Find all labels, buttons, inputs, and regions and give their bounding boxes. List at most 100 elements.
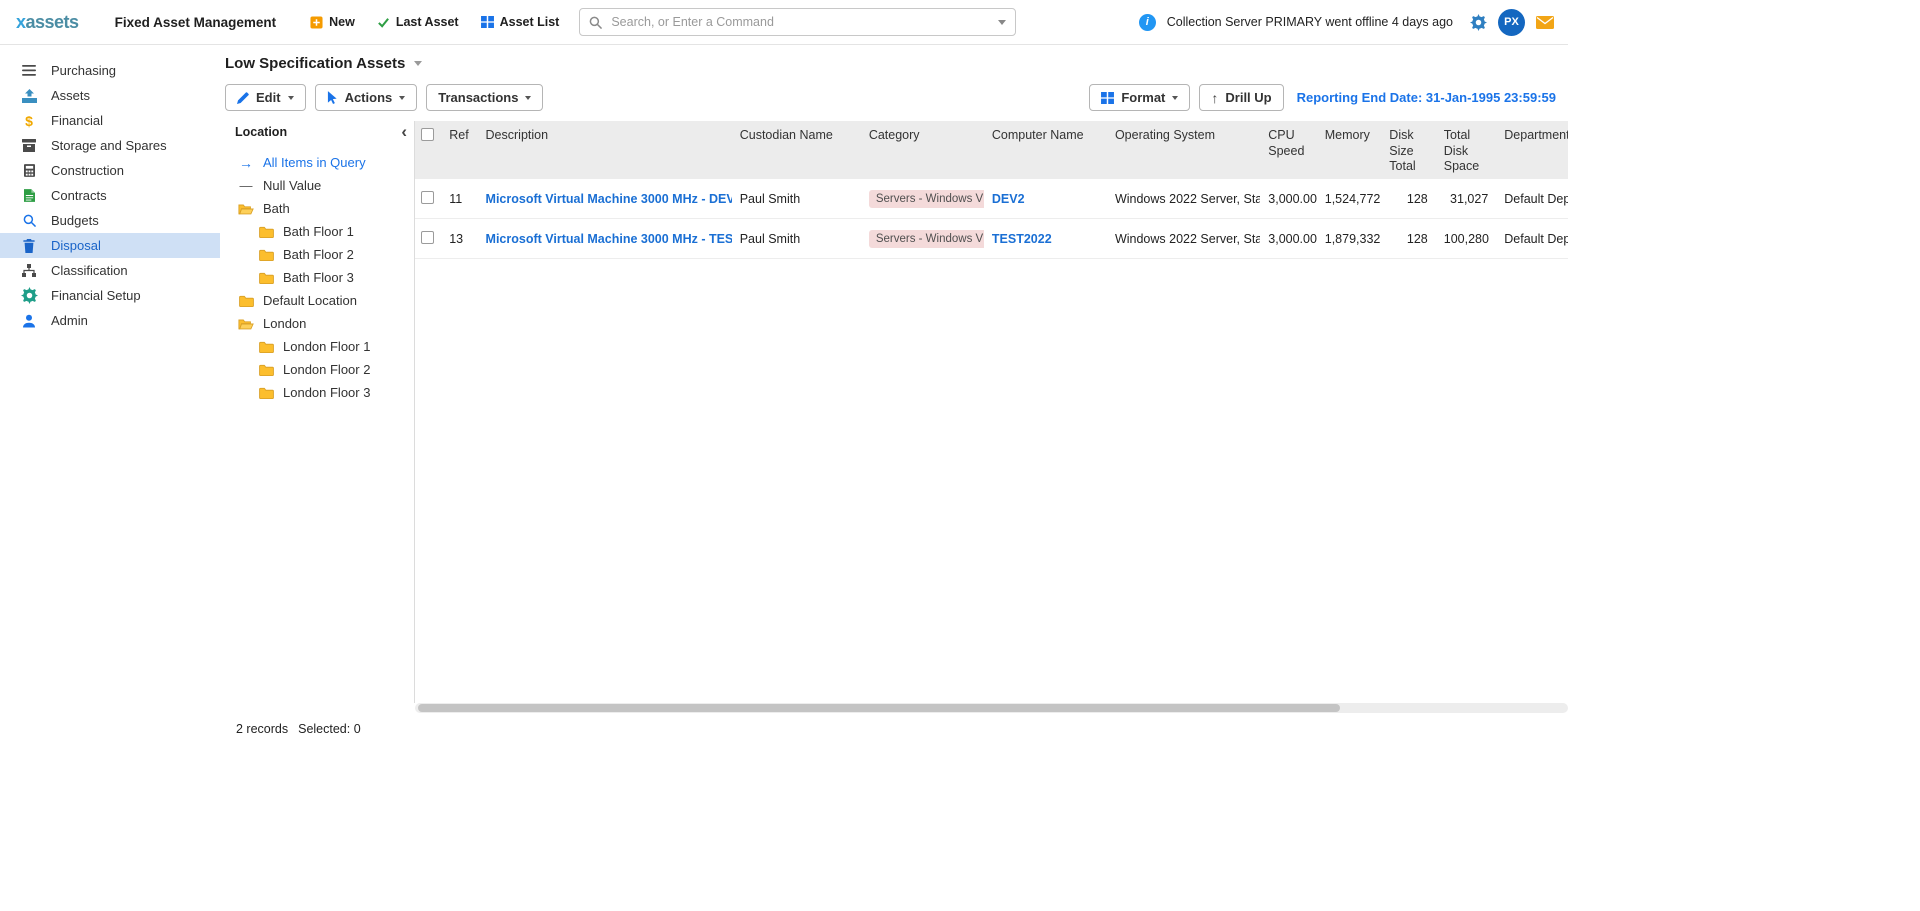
topnav-last-asset[interactable]: Last Asset <box>377 15 459 29</box>
sidebar-item-storage-and-spares[interactable]: Storage and Spares <box>0 133 220 158</box>
table-row[interactable]: 11 Microsoft Virtual Machine 3000 MHz - D… <box>415 179 1568 219</box>
location-tree-item-null-value[interactable]: —Null Value <box>225 174 414 197</box>
gear-icon[interactable] <box>1470 14 1487 31</box>
description-link[interactable]: Microsoft Virtual Machine 3000 MHz - TES… <box>486 232 732 246</box>
column-header-disk-size-total[interactable]: Disk Size Total <box>1381 121 1435 179</box>
reporting-end-date-link[interactable]: Reporting End Date: 31-Jan-1995 23:59:59 <box>1297 90 1556 105</box>
sidebar-item-financial-setup[interactable]: Financial Setup <box>0 283 220 308</box>
transactions-button[interactable]: Transactions <box>426 84 543 111</box>
computer-name-link[interactable]: DEV2 <box>992 192 1025 206</box>
cell-select <box>415 219 441 259</box>
toolbar: Edit Actions Transactions <box>225 84 1568 111</box>
pencil-icon <box>237 92 249 104</box>
topnav-asset-list[interactable]: Asset List <box>481 15 560 29</box>
location-tree-item-london-floor-1[interactable]: London Floor 1 <box>225 335 414 358</box>
sidebar-item-purchasing[interactable]: Purchasing <box>0 58 220 83</box>
dollar-icon: $ <box>20 114 38 128</box>
folder-icon <box>237 295 255 307</box>
column-header-computer-name[interactable]: Computer Name <box>984 121 1107 179</box>
description-link[interactable]: Microsoft Virtual Machine 3000 MHz - DEV… <box>486 192 732 206</box>
cell-operating-system: Windows 2022 Server, Standard <box>1107 179 1260 219</box>
row-checkbox[interactable] <box>421 231 434 244</box>
cell-memory: 1,524,772 <box>1317 179 1382 219</box>
column-header-custodian-name[interactable]: Custodian Name <box>732 121 861 179</box>
cell-select <box>415 179 441 219</box>
horizontal-scrollbar[interactable] <box>415 703 1568 713</box>
info-icon[interactable]: i <box>1139 14 1156 31</box>
cell-disk-size-total: 128 <box>1381 179 1435 219</box>
column-header-ref[interactable]: Ref <box>441 121 477 179</box>
sidebar-item-assets[interactable]: Assets <box>0 83 220 108</box>
chevron-down-icon <box>1172 96 1178 100</box>
location-tree-item-london-floor-2[interactable]: London Floor 2 <box>225 358 414 381</box>
sidebar-item-label: Financial <box>51 113 103 128</box>
select-all-checkbox[interactable] <box>421 128 434 141</box>
sidebar-item-classification[interactable]: Classification <box>0 258 220 283</box>
cell-category: Servers - Windows VM <box>861 219 984 259</box>
search-input[interactable] <box>609 14 991 30</box>
location-tree-item-all-items-in-query[interactable]: →All Items in Query <box>225 151 414 174</box>
collapse-panel-icon[interactable]: ‹ <box>401 123 407 140</box>
location-tree-item-default-location[interactable]: Default Location <box>225 289 414 312</box>
actions-button-label: Actions <box>345 90 393 105</box>
search-icon <box>589 16 602 29</box>
column-header-operating-system[interactable]: Operating System <box>1107 121 1260 179</box>
location-tree-item-london[interactable]: London <box>225 312 414 335</box>
last-asset-check-icon <box>377 16 390 29</box>
computer-name-link[interactable]: TEST2022 <box>992 232 1052 246</box>
topbar: xassets Fixed Asset Management NewLast A… <box>0 0 1568 45</box>
topnav-new[interactable]: New <box>310 15 355 29</box>
column-header-cpu-speed[interactable]: CPU Speed <box>1260 121 1316 179</box>
tree-item-label: London Floor 2 <box>283 362 370 377</box>
location-tree-item-bath-floor-2[interactable]: Bath Floor 2 <box>225 243 414 266</box>
column-header-category[interactable]: Category <box>861 121 984 179</box>
avatar[interactable]: PX <box>1498 9 1525 36</box>
cell-category: Servers - Windows VM <box>861 179 984 219</box>
search-box[interactable] <box>579 8 1016 36</box>
cell-computer-name: TEST2022 <box>984 219 1107 259</box>
logo[interactable]: xassets <box>16 12 79 33</box>
sidebar-item-budgets[interactable]: Budgets <box>0 208 220 233</box>
topnav-label: New <box>329 15 355 29</box>
folder-icon <box>257 341 275 353</box>
table-row[interactable]: 13Microsoft Virtual Machine 3000 MHz - T… <box>415 219 1568 259</box>
cell-ref: 11 <box>441 179 477 219</box>
location-tree-item-bath-floor-1[interactable]: Bath Floor 1 <box>225 220 414 243</box>
sidebar-item-admin[interactable]: Admin <box>0 308 220 333</box>
sidebar-item-construction[interactable]: Construction <box>0 158 220 183</box>
location-tree-item-bath-floor-3[interactable]: Bath Floor 3 <box>225 266 414 289</box>
tree-item-label: Bath Floor 3 <box>283 270 354 285</box>
topnav-label: Last Asset <box>396 15 459 29</box>
storage-icon <box>20 139 38 152</box>
selected-count: Selected: 0 <box>298 722 361 736</box>
sidebar-item-financial[interactable]: $ Financial <box>0 108 220 133</box>
chevron-down-icon[interactable] <box>998 20 1006 25</box>
column-header-description[interactable]: Description <box>478 121 732 179</box>
page-title-dropdown-icon[interactable] <box>414 61 422 66</box>
tree-item-label: All Items in Query <box>263 155 366 170</box>
location-tree-item-bath[interactable]: Bath <box>225 197 414 220</box>
column-header-total-disk-space[interactable]: Total Disk Space <box>1436 121 1497 179</box>
cell-disk-size-total: 128 <box>1381 219 1435 259</box>
sidebar-item-label: Disposal <box>51 238 101 253</box>
edit-button[interactable]: Edit <box>225 84 306 111</box>
row-checkbox[interactable] <box>421 191 434 204</box>
column-header-department[interactable]: Department <box>1496 121 1568 179</box>
page-title-row: Low Specification Assets <box>225 55 1568 72</box>
trash-icon <box>20 239 38 253</box>
envelope-icon[interactable] <box>1536 16 1554 29</box>
format-button[interactable]: Format <box>1089 84 1190 111</box>
drill-up-button-label: Drill Up <box>1225 90 1271 105</box>
format-button-label: Format <box>1121 90 1165 105</box>
actions-button[interactable]: Actions <box>315 84 418 111</box>
drill-up-button[interactable]: ↑ Drill Up <box>1199 84 1283 111</box>
chevron-down-icon <box>399 96 405 100</box>
sidebar-item-disposal[interactable]: Disposal <box>0 233 220 258</box>
folder-open-icon <box>237 318 255 330</box>
column-header-memory[interactable]: Memory <box>1317 121 1382 179</box>
edit-button-label: Edit <box>256 90 281 105</box>
horizontal-scrollbar-thumb[interactable] <box>418 704 1340 712</box>
cell-cpu-speed: 3,000.00 <box>1260 219 1316 259</box>
location-tree-item-london-floor-3[interactable]: London Floor 3 <box>225 381 414 404</box>
sidebar-item-contracts[interactable]: Contracts <box>0 183 220 208</box>
